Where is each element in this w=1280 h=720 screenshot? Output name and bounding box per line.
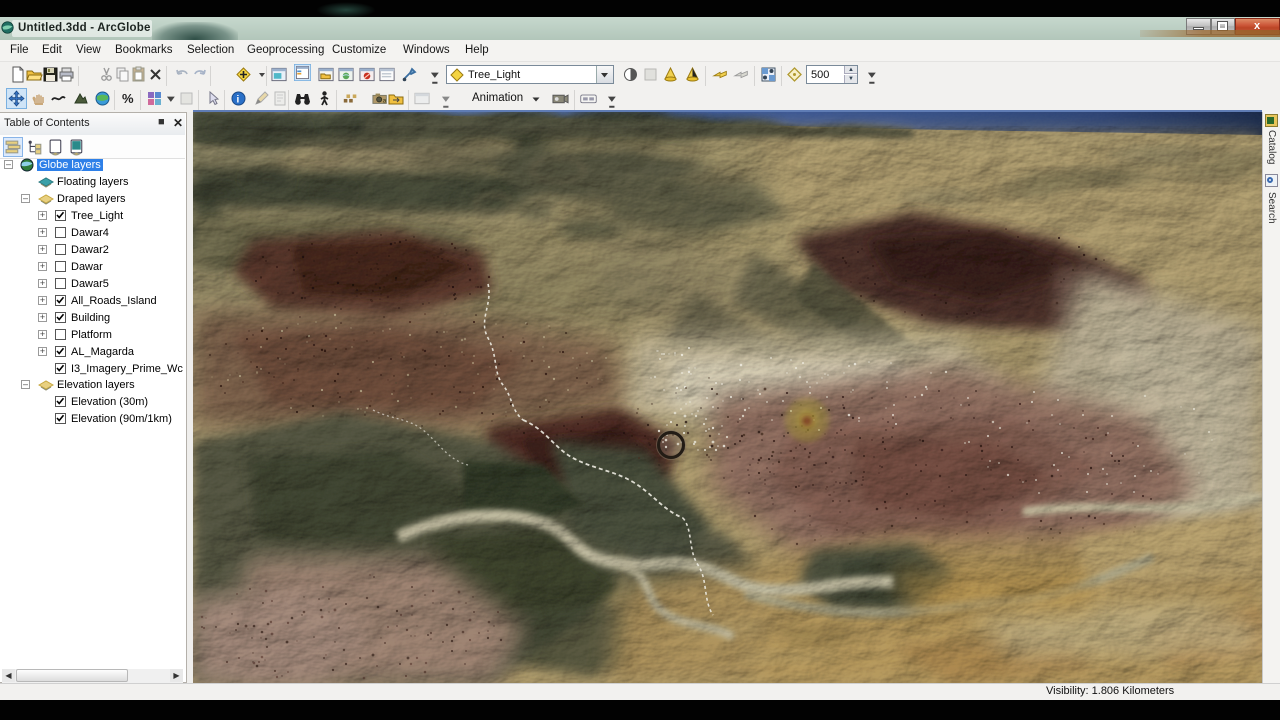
svg-text:i: i	[237, 95, 240, 106]
svg-text:%: %	[122, 91, 134, 106]
svg-text:a: a	[383, 98, 387, 105]
